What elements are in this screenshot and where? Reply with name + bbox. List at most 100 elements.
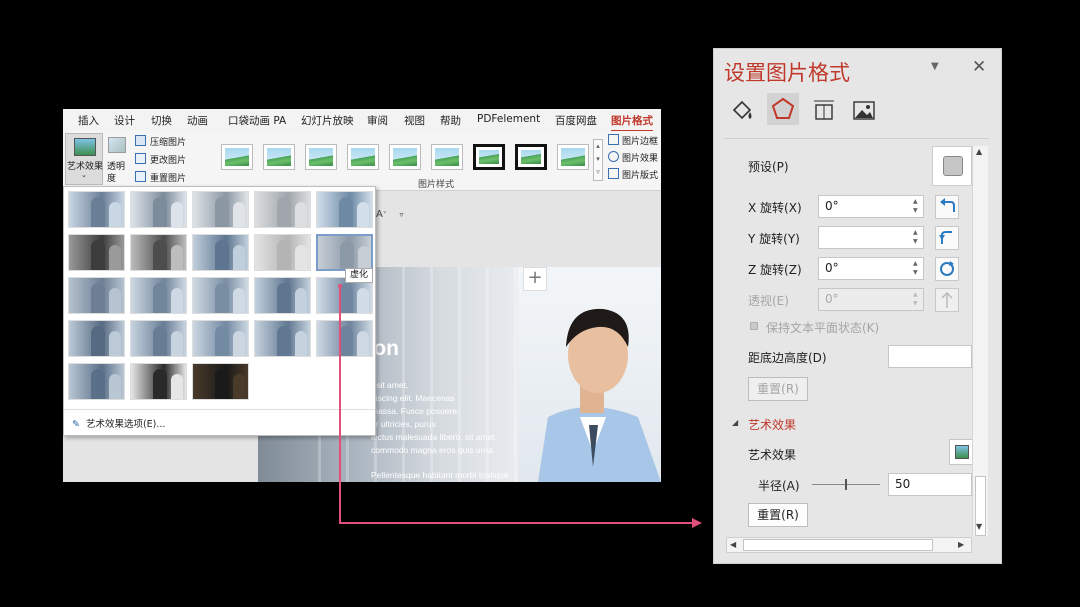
thumbnail-figure [233,202,245,227]
thumbnail-figure [277,283,291,313]
thumbnail-figure [171,245,183,270]
effect-thumbnail[interactable] [130,320,187,357]
radius-slider-thumb[interactable] [845,479,847,490]
effect-thumbnail[interactable] [192,234,249,271]
thumbnail-figure [215,369,229,399]
z-rotation-input[interactable]: 0° ▲ ▼ [818,257,924,280]
thumbnail-figure [171,374,183,399]
pane-options-dropdown[interactable]: ▼ [931,61,939,72]
y-rotate-up-button[interactable] [935,226,959,250]
effect-thumbnail[interactable] [68,277,125,314]
effect-thumbnail[interactable] [316,234,373,271]
spinner-icon: ▲ ▼ [913,291,918,307]
reset-artistic-button[interactable]: 重置(R) [748,503,808,527]
effects-tab[interactable] [767,93,799,125]
thumbnail-figure [109,245,121,270]
close-icon[interactable]: ✕ [972,57,986,77]
reset-3d-button[interactable]: 重置(R) [748,377,808,401]
preset-dropdown[interactable] [932,146,972,186]
effect-thumbnail[interactable] [68,234,125,271]
tab-baidu-netdisk[interactable]: 百度网盘 [555,113,597,128]
picture-style-3[interactable] [305,144,337,170]
tab-view[interactable]: 视图 [404,113,425,128]
collapse-triangle-icon[interactable]: ◢ [732,418,738,427]
effect-thumbnail[interactable] [130,363,187,400]
spinner-icon[interactable]: ▲ ▼ [913,197,921,215]
horizontal-scroll-thumb[interactable] [743,539,933,551]
size-properties-tab[interactable] [811,98,837,124]
perspective-value: 0° [825,292,839,306]
effect-thumbnail[interactable] [68,191,125,228]
tab-pocket-animation[interactable]: 口袋动画 PA [228,113,286,128]
picture-style-1[interactable] [221,144,253,170]
picture-style-7[interactable] [473,144,505,170]
keep-flat-checkbox[interactable] [750,322,758,330]
scroll-down-icon[interactable]: ▼ [976,522,982,531]
effect-thumbnail[interactable] [68,363,125,400]
picture-style-4[interactable] [347,144,379,170]
effect-thumbnail[interactable] [192,320,249,357]
picture-style-9[interactable] [557,144,589,170]
tab-design[interactable]: 设计 [114,113,135,128]
z-rotate-button[interactable] [935,257,959,281]
tab-review[interactable]: 审阅 [367,113,388,128]
tab-slideshow[interactable]: 幻灯片放映 [301,113,354,128]
effect-thumbnail[interactable] [254,234,311,271]
z-rotation-label: Z 旋转(Z) [748,263,802,277]
effect-thumbnail[interactable] [68,320,125,357]
artistic-effects-options[interactable]: ✎ 艺术效果选项(E)... [72,416,165,430]
effect-thumbnail[interactable] [316,191,373,228]
thumbnail-figure [153,326,167,356]
horizontal-scrollbar[interactable]: ◀ ▶ [726,537,972,553]
picture-style-2[interactable] [263,144,295,170]
picture-tab[interactable] [851,98,877,124]
effect-thumbnail[interactable] [254,277,311,314]
thumbnail-figure [277,326,291,356]
tab-help[interactable]: 帮助 [440,113,461,128]
spinner-icon[interactable]: ▲ ▼ [913,259,921,277]
distance-input[interactable] [888,345,972,368]
artistic-effects-section-title[interactable]: 艺术效果 [748,416,796,433]
x-rotation-input[interactable]: 0° ▲ ▼ [818,195,924,218]
picture-style-5[interactable] [389,144,421,170]
effect-thumbnail[interactable] [254,320,311,357]
scroll-up-icon[interactable]: ▲ [976,147,982,156]
effect-thumbnail[interactable] [192,363,249,400]
effect-thumbnail[interactable] [192,191,249,228]
x-rotate-left-button[interactable] [935,195,959,219]
y-rotation-input[interactable]: ▲ ▼ [818,226,924,249]
tab-pdfelement[interactable]: PDFelement [477,113,540,125]
perspective-button[interactable] [935,288,959,312]
paint-bucket-icon [732,100,752,120]
arrow-up-icon [941,291,953,308]
tab-picture-format[interactable]: 图片格式 [611,113,653,132]
scroll-right-icon[interactable]: ▶ [958,540,964,549]
radius-input[interactable]: 50 [888,473,972,496]
thumbnail-figure [91,326,105,356]
tab-transitions[interactable]: 切换 [151,113,172,128]
fill-line-tab[interactable] [729,98,755,124]
thumbnail-figure [339,197,353,227]
thumbnail-figure [153,369,167,399]
effect-thumbnail[interactable] [254,191,311,228]
perspective-input[interactable]: 0° ▲ ▼ [818,288,924,311]
effect-thumbnail[interactable] [130,191,187,228]
transparency-button[interactable]: 透明 度 [105,133,129,185]
artistic-effects-button[interactable]: 艺术效果 ⌄ [65,133,103,185]
spinner-icon[interactable]: ▲ ▼ [913,228,921,246]
font-size-control[interactable]: A˅ ▿ [376,209,404,220]
effect-thumbnail[interactable] [130,277,187,314]
thumbnail-figure [91,240,105,270]
change-picture-label: 更改图片 [150,156,187,166]
tab-insert[interactable]: 插入 [78,113,99,128]
effect-thumbnail[interactable] [192,277,249,314]
effect-thumbnail[interactable] [130,234,187,271]
tab-animations[interactable]: 动画 [187,113,208,128]
picture-style-8[interactable] [515,144,547,170]
vertical-scrollbar[interactable]: ▲ ▼ [972,146,988,536]
transparency-icon [108,137,126,153]
picture-style-6[interactable] [431,144,463,170]
scroll-left-icon[interactable]: ◀ [730,540,736,549]
thumbnail-figure [357,202,369,227]
gallery-scroll[interactable]: ▴ ▾ ▿ [593,139,603,181]
